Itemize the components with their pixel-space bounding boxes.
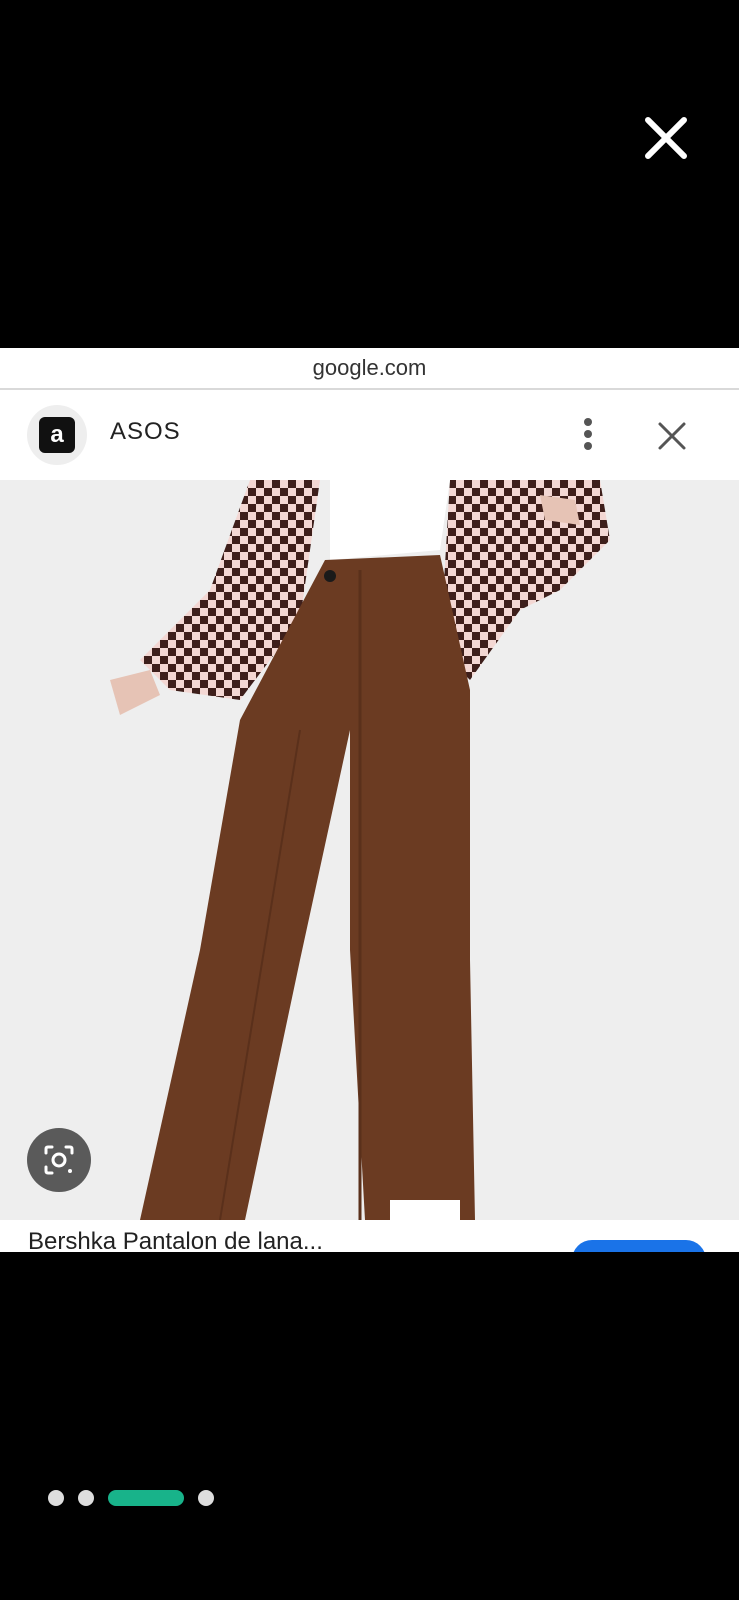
more-vert-icon: [584, 418, 592, 450]
snippet-title: Bershka Pantalon de lana...: [28, 1228, 323, 1252]
more-options-button[interactable]: [572, 414, 604, 454]
google-lens-icon: [44, 1145, 74, 1175]
overlay-close-button[interactable]: [640, 112, 692, 164]
asos-logo-icon: a: [39, 417, 75, 453]
pager-dot-3-active[interactable]: [108, 1490, 184, 1506]
card-close-button[interactable]: [654, 418, 690, 454]
close-icon: [658, 422, 686, 450]
carousel-pager: [48, 1490, 214, 1506]
pager-dot-4[interactable]: [198, 1490, 214, 1506]
pager-dot-2[interactable]: [78, 1490, 94, 1506]
preview-card: google.com a ASOS Bershka Pantalon de la…: [0, 348, 739, 1252]
logo-letter: a: [50, 421, 64, 448]
google-lens-button[interactable]: [27, 1128, 91, 1192]
pager-dot-1[interactable]: [48, 1490, 64, 1506]
product-photo-illustration: [0, 480, 739, 1220]
close-icon: [645, 117, 687, 159]
brand-name: ASOS: [110, 418, 181, 445]
visit-button[interactable]: [572, 1240, 706, 1252]
site-logo[interactable]: a: [27, 405, 87, 465]
url-bar: google.com: [0, 348, 739, 390]
site-header: a ASOS: [0, 390, 739, 480]
product-image[interactable]: [0, 480, 739, 1220]
result-snippet[interactable]: Bershka Pantalon de lana...: [0, 1220, 739, 1252]
url-text: google.com: [312, 355, 427, 380]
